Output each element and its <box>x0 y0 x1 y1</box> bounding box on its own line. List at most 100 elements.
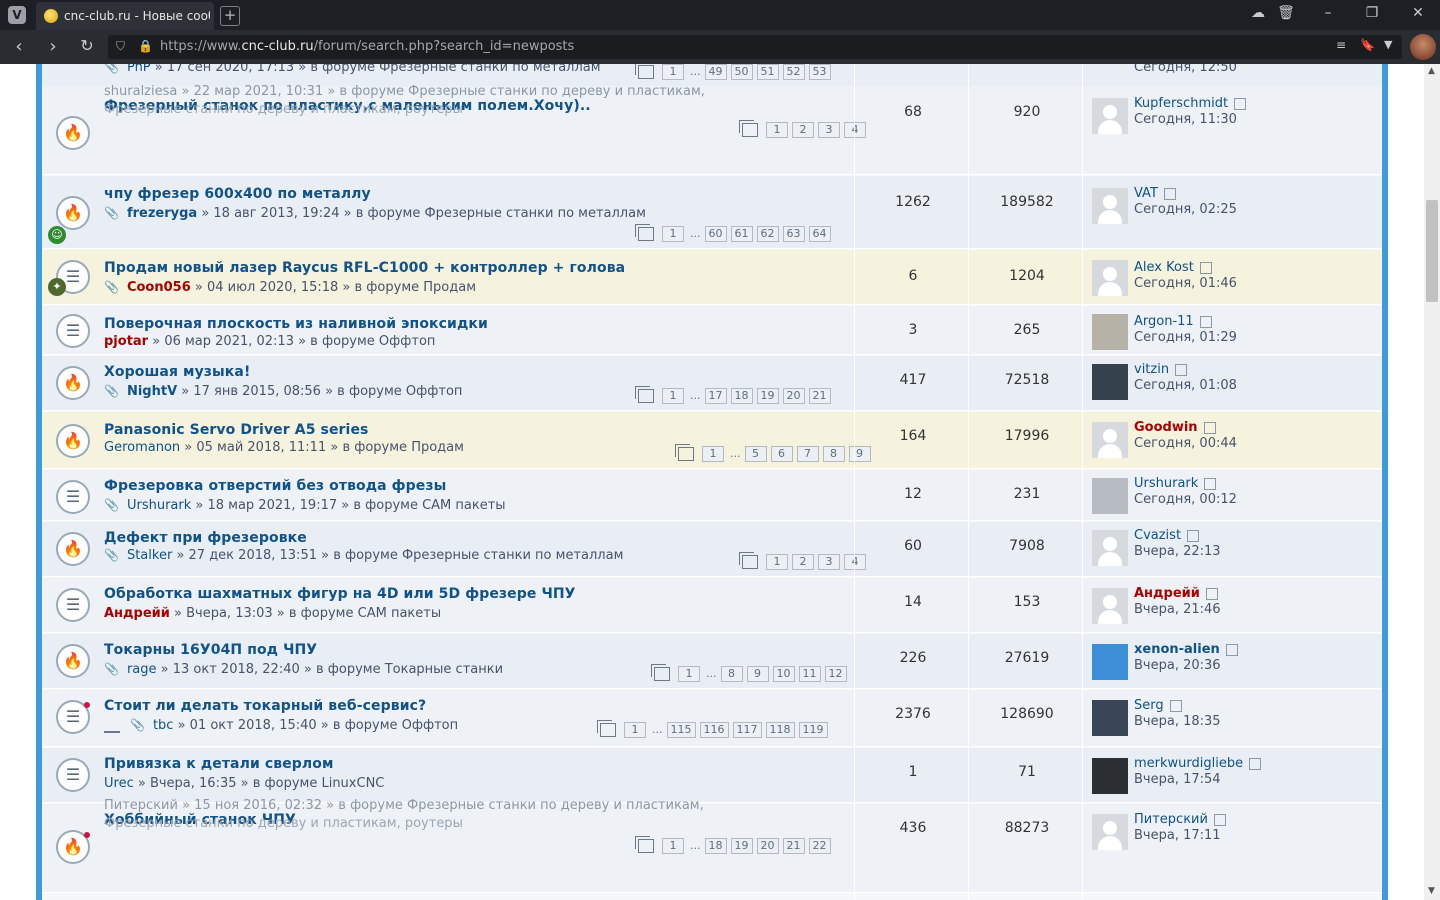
page-link[interactable]: 1 <box>662 64 684 80</box>
topic-author[interactable]: Urshurark <box>127 498 191 513</box>
page-link[interactable]: 1 <box>678 666 700 682</box>
topic-author[interactable]: Coon056 <box>127 280 191 295</box>
avatar[interactable] <box>1092 188 1128 224</box>
page-link[interactable]: 1 <box>766 554 788 570</box>
avatar[interactable] <box>1092 814 1128 850</box>
last-post-author[interactable]: xenon-alien <box>1134 642 1238 657</box>
avatar[interactable] <box>1092 422 1128 458</box>
back-icon[interactable]: ‹ <box>8 36 30 57</box>
cloud-icon[interactable]: ☁ <box>1248 5 1268 21</box>
topic-author[interactable]: frezeryga <box>127 206 197 221</box>
goto-post-icon[interactable] <box>1199 315 1212 328</box>
page-link[interactable]: 1 <box>766 122 788 138</box>
goto-post-icon[interactable] <box>1234 97 1247 110</box>
page-link[interactable]: 61 <box>730 226 753 242</box>
scroll-up-icon[interactable]: ▲ <box>1428 66 1435 76</box>
minimize-icon[interactable]: – <box>1318 5 1338 21</box>
topic-title[interactable]: Фрезеровка отверстий без отвода фрезы <box>104 478 446 494</box>
page-link[interactable]: 115 <box>666 722 696 738</box>
avatar[interactable] <box>1092 98 1128 134</box>
forward-icon[interactable]: › <box>42 36 64 57</box>
topic-author[interactable]: tbc <box>153 718 174 733</box>
topic-title[interactable]: Стоит ли делать токарный веб-сервис? <box>104 698 426 714</box>
page-link[interactable]: 10 <box>772 666 795 682</box>
page-link[interactable]: 4 <box>844 122 866 138</box>
hot-topic-icon[interactable]: 🔥 <box>56 644 90 678</box>
goto-post-icon[interactable] <box>1169 699 1182 712</box>
page-link[interactable]: 1 <box>662 388 684 404</box>
last-post-author[interactable]: Питерский <box>1134 812 1226 827</box>
page-link[interactable]: 6 <box>770 446 793 462</box>
page-link[interactable]: 4 <box>844 554 866 570</box>
goto-post-icon[interactable] <box>1199 261 1212 274</box>
scrollbar-thumb[interactable] <box>1426 200 1438 302</box>
page-link[interactable]: 49 <box>704 64 727 80</box>
page-link[interactable]: 1 <box>662 226 684 242</box>
reader-icon[interactable]: ≡ <box>1336 38 1346 52</box>
last-post-author[interactable]: Serg <box>1134 698 1182 713</box>
page-link[interactable]: 22 <box>808 838 831 854</box>
new-tab-button[interactable]: + <box>220 6 240 26</box>
page-link[interactable]: 1 <box>662 838 684 854</box>
topic-title[interactable]: Поверочная плоскость из наливной эпоксид… <box>104 316 488 332</box>
page-link[interactable]: 17 <box>704 388 727 404</box>
scroll-down-icon[interactable]: ▼ <box>1428 886 1435 896</box>
avatar[interactable] <box>1092 758 1128 794</box>
page-link[interactable]: 52 <box>782 64 805 80</box>
goto-post-icon[interactable] <box>1203 421 1216 434</box>
trash-icon[interactable]: 🗑 <box>1276 5 1296 21</box>
goto-post-icon[interactable] <box>1225 643 1238 656</box>
hot-topic-icon[interactable]: 🔥 <box>56 532 90 566</box>
page-link[interactable]: 1 <box>702 446 724 462</box>
topic-author[interactable]: Андрейй <box>104 606 170 621</box>
page-link[interactable]: 119 <box>798 722 828 738</box>
bookmark-icon[interactable]: 🔖 <box>1360 38 1375 52</box>
last-post-author[interactable]: Goodwin <box>1134 420 1216 435</box>
topic-read-icon[interactable]: ☰ <box>56 588 90 622</box>
topic-title[interactable]: чпу фрезер 600x400 по металлу <box>104 186 371 202</box>
last-post-author[interactable]: Urshurark <box>1134 476 1217 491</box>
page-link[interactable]: 9 <box>746 666 769 682</box>
last-post-author[interactable]: Alex Kost <box>1134 260 1212 275</box>
page-link[interactable]: 53 <box>808 64 831 80</box>
close-icon[interactable]: ✕ <box>1408 5 1428 21</box>
page-scrollbar[interactable]: ▲ ▼ <box>1424 64 1440 900</box>
topic-title[interactable]: Дефект при фрезеровке <box>104 530 307 546</box>
dropdown-icon[interactable]: ▼ <box>1384 38 1392 51</box>
goto-post-icon[interactable] <box>1175 363 1188 376</box>
page-link[interactable]: 1 <box>624 722 646 738</box>
goto-post-icon[interactable] <box>1213 813 1226 826</box>
goto-post-icon[interactable] <box>1204 477 1217 490</box>
page-link[interactable]: 21 <box>782 838 805 854</box>
page-link[interactable]: 64 <box>808 226 831 242</box>
page-link[interactable]: 19 <box>756 388 779 404</box>
avatar[interactable] <box>1092 530 1128 566</box>
page-link[interactable]: 2 <box>792 122 814 138</box>
topic-read-icon[interactable]: ☰ <box>56 758 90 792</box>
reload-icon[interactable]: ↻ <box>76 36 98 55</box>
profile-avatar[interactable] <box>1410 34 1436 60</box>
avatar[interactable] <box>1092 364 1128 400</box>
lock-icon[interactable]: 🔒 <box>138 39 153 53</box>
page-link[interactable]: 60 <box>704 226 727 242</box>
avatar[interactable] <box>1092 700 1128 736</box>
avatar[interactable] <box>1092 644 1128 680</box>
topic-title[interactable]: Обработка шахматных фигур на 4D или 5D ф… <box>104 586 576 602</box>
page-link[interactable]: 5 <box>744 446 767 462</box>
topic-title[interactable]: Panasonic Servo Driver A5 series <box>104 422 368 438</box>
goto-post-icon[interactable] <box>1205 587 1218 600</box>
vivaldi-menu-icon[interactable]: V <box>8 6 26 24</box>
topic-author[interactable]: PnP <box>127 64 151 75</box>
goto-post-icon[interactable] <box>1249 757 1262 770</box>
url-field[interactable]: ⛉ 🔒 https://www.cnc-club.ru/forum/search… <box>108 35 1402 59</box>
last-post-author[interactable]: Argon-11 <box>1134 314 1212 329</box>
page-link[interactable]: 20 <box>756 838 779 854</box>
avatar[interactable] <box>1092 588 1128 624</box>
restore-icon[interactable]: ❐ <box>1362 5 1382 21</box>
hot-topic-icon[interactable]: 🔥 <box>56 424 90 458</box>
page-link[interactable]: 3 <box>818 122 840 138</box>
page-link[interactable]: 116 <box>699 722 729 738</box>
topic-read-icon[interactable]: ☰ <box>56 480 90 514</box>
topic-title[interactable]: Продам новый лазер Raycus RFL-C1000 + ко… <box>104 260 625 276</box>
page-link[interactable]: 8 <box>720 666 743 682</box>
